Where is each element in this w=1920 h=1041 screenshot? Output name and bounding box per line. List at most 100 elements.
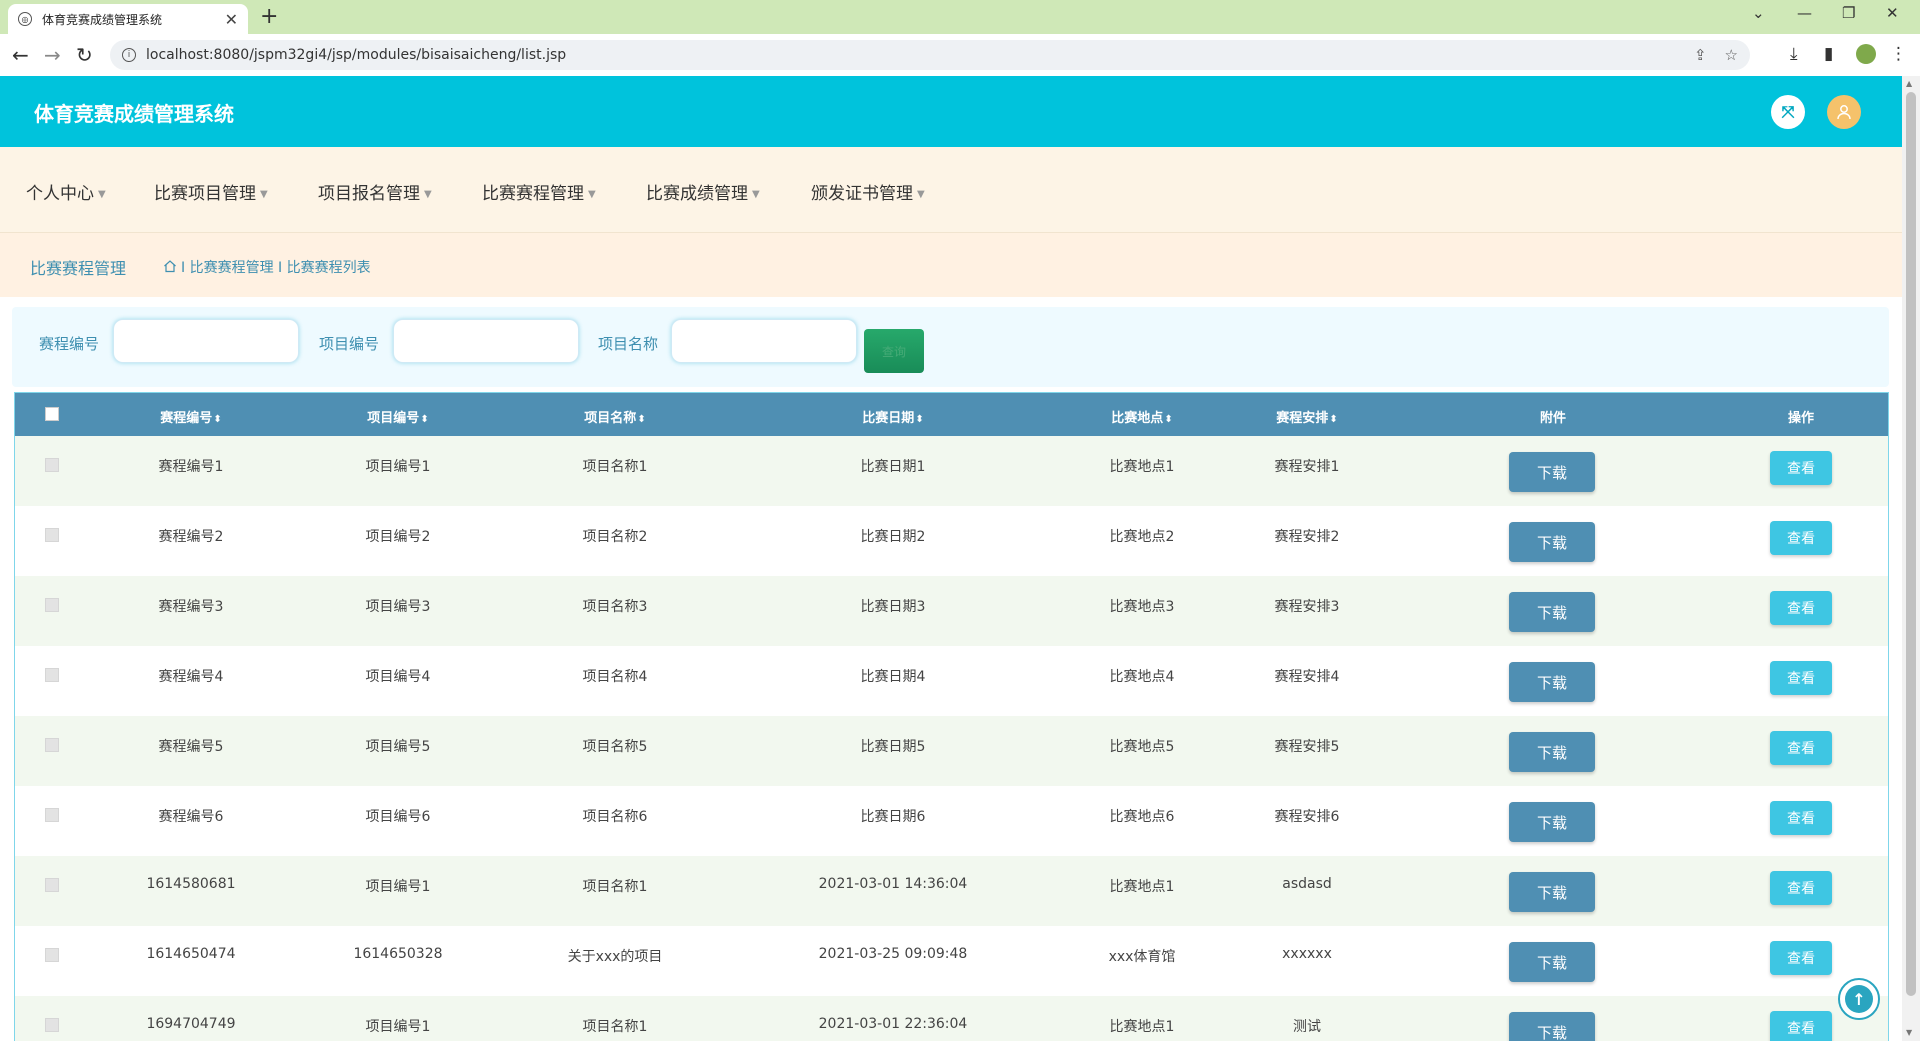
- nav-project-registration[interactable]: 项目报名管理 ▼: [318, 179, 432, 204]
- download-button[interactable]: 下载: [1509, 452, 1595, 492]
- nav-label: 个人中心: [26, 184, 94, 204]
- sidepanel-icon[interactable]: ▮: [1824, 44, 1833, 64]
- scroll-up-icon[interactable]: ▲: [1906, 79, 1912, 88]
- cell-arrangement: 赛程安排5: [1274, 739, 1340, 755]
- url-text: localhost:8080/jspm32gi4/jsp/modules/bis…: [146, 47, 567, 63]
- address-bar: ← → ↻ i localhost:8080/jspm32gi4/jsp/mod…: [0, 34, 1920, 77]
- download-button[interactable]: 下载: [1509, 872, 1595, 912]
- back-to-top-button[interactable]: ↑: [1838, 978, 1880, 1020]
- back-icon[interactable]: ←: [12, 43, 29, 67]
- cell-project-no: 项目编号5: [365, 739, 431, 755]
- row-checkbox[interactable]: [45, 668, 59, 682]
- row-checkbox[interactable]: [45, 1018, 59, 1032]
- row-checkbox[interactable]: [45, 808, 59, 822]
- url-field[interactable]: i localhost:8080/jspm32gi4/jsp/modules/b…: [110, 40, 1750, 70]
- view-button[interactable]: 查看: [1770, 521, 1832, 555]
- site-info-icon[interactable]: i: [122, 48, 136, 62]
- page-scrollbar[interactable]: ▲ ▼: [1902, 76, 1920, 1041]
- download-button[interactable]: 下载: [1509, 732, 1595, 772]
- th-location[interactable]: 比赛地点⬍: [1111, 407, 1172, 426]
- sort-icon: ⬍: [915, 414, 924, 425]
- browser-tab[interactable]: ◎ 体育竞赛成绩管理系统 ✕: [8, 4, 248, 34]
- nav-personal-center[interactable]: 个人中心 ▼: [26, 179, 106, 204]
- nav-schedule[interactable]: 比赛赛程管理 ▼: [482, 179, 596, 204]
- breadcrumb-path[interactable]: I 比赛赛程管理 I 比赛赛程列表: [181, 260, 371, 276]
- view-button[interactable]: 查看: [1770, 731, 1832, 765]
- view-button[interactable]: 查看: [1770, 591, 1832, 625]
- table-row: 赛程编号3 项目编号3 项目名称3 比赛日期3 比赛地点3 赛程安排3 下载 查看: [15, 576, 1888, 646]
- cell-schedule-no: 赛程编号5: [158, 739, 224, 755]
- view-button[interactable]: 查看: [1770, 941, 1832, 975]
- tab-search-icon[interactable]: ⌄: [1752, 4, 1765, 22]
- project-no-label: 项目编号: [319, 335, 380, 353]
- scroll-down-icon[interactable]: ▼: [1906, 1028, 1912, 1037]
- scroll-thumb[interactable]: [1906, 92, 1916, 996]
- breadcrumb: I 比赛赛程管理 I 比赛赛程列表: [163, 257, 371, 277]
- caret-down-icon: ▼: [260, 189, 268, 200]
- table-row: 1614580681 项目编号1 项目名称1 2021-03-01 14:36:04 比…: [15, 856, 1888, 926]
- row-checkbox[interactable]: [45, 528, 59, 542]
- select-all-checkbox[interactable]: [45, 407, 59, 421]
- sort-icon: ⬍: [213, 414, 222, 425]
- profile-avatar-icon[interactable]: [1856, 44, 1876, 64]
- row-checkbox[interactable]: [45, 738, 59, 752]
- row-checkbox[interactable]: [45, 458, 59, 472]
- restore-icon[interactable]: ❐: [1842, 4, 1855, 22]
- download-icon[interactable]: ⤓: [1790, 44, 1798, 64]
- cell-schedule-no: 1614650474: [146, 946, 236, 962]
- schedule-no-input[interactable]: [113, 319, 299, 363]
- cell-schedule-no: 赛程编号1: [158, 459, 224, 475]
- nav-competition-project[interactable]: 比赛项目管理 ▼: [154, 179, 268, 204]
- caret-down-icon: ▼: [917, 189, 925, 200]
- download-button[interactable]: 下载: [1509, 1012, 1595, 1041]
- search-button[interactable]: 查询: [864, 329, 924, 373]
- row-checkbox[interactable]: [45, 878, 59, 892]
- bookmark-star-icon[interactable]: ☆: [1725, 46, 1738, 64]
- tab-title: 体育竞赛成绩管理系统: [42, 12, 163, 27]
- nav-results[interactable]: 比赛成绩管理 ▼: [646, 179, 760, 204]
- table-row: 赛程编号4 项目编号4 项目名称4 比赛日期4 比赛地点4 赛程安排4 下载 查看: [15, 646, 1888, 716]
- th-date[interactable]: 比赛日期⬍: [862, 407, 923, 426]
- view-button[interactable]: 查看: [1770, 801, 1832, 835]
- menu-icon[interactable]: ⋮: [1890, 44, 1907, 64]
- download-button[interactable]: 下载: [1509, 942, 1595, 982]
- th-schedule-no[interactable]: 赛程编号⬍: [160, 407, 221, 426]
- user-avatar-icon[interactable]: [1827, 95, 1861, 129]
- th-project-name[interactable]: 项目名称⬍: [584, 407, 645, 426]
- project-no-input[interactable]: [393, 319, 579, 363]
- nav-certificates[interactable]: 颁发证书管理 ▼: [811, 179, 925, 204]
- row-checkbox[interactable]: [45, 598, 59, 612]
- caret-down-icon: ▼: [98, 189, 106, 200]
- forward-icon[interactable]: →: [44, 43, 61, 67]
- project-name-input[interactable]: [671, 319, 857, 363]
- cell-location: 比赛地点5: [1109, 739, 1175, 755]
- view-button[interactable]: 查看: [1770, 451, 1832, 485]
- download-button[interactable]: 下载: [1509, 522, 1595, 562]
- nav-label: 颁发证书管理: [811, 184, 913, 204]
- table-row: 赛程编号5 项目编号5 项目名称5 比赛日期5 比赛地点5 赛程安排5 下载 查看: [15, 716, 1888, 786]
- cell-location: xxx体育馆: [1108, 949, 1176, 965]
- th-project-no[interactable]: 项目编号⬍: [367, 407, 428, 426]
- cell-arrangement: 测试: [1293, 1019, 1321, 1035]
- tab-close-icon[interactable]: ✕: [225, 10, 238, 29]
- view-button[interactable]: 查看: [1770, 871, 1832, 905]
- view-button[interactable]: 查看: [1770, 1011, 1832, 1041]
- cell-date: 比赛日期4: [860, 669, 926, 685]
- share-icon[interactable]: ⇪: [1694, 46, 1707, 64]
- view-button[interactable]: 查看: [1770, 661, 1832, 695]
- window-close-icon[interactable]: ✕: [1886, 4, 1899, 22]
- row-checkbox[interactable]: [45, 948, 59, 962]
- breadcrumb-bar: 比赛赛程管理 I 比赛赛程管理 I 比赛赛程列表: [0, 233, 1902, 297]
- table-row: 1614650474 1614650328 关于xxx的项目 2021-03-25 0…: [15, 926, 1888, 996]
- th-arrangement[interactable]: 赛程安排⬍: [1276, 407, 1337, 426]
- home-icon[interactable]: [163, 259, 176, 273]
- download-button[interactable]: 下载: [1509, 662, 1595, 702]
- new-tab-icon[interactable]: +: [260, 4, 278, 29]
- cell-date: 比赛日期3: [860, 599, 926, 615]
- download-button[interactable]: 下载: [1509, 592, 1595, 632]
- reload-icon[interactable]: ↻: [76, 43, 93, 67]
- download-button[interactable]: 下载: [1509, 802, 1595, 842]
- minimize-icon[interactable]: —: [1797, 4, 1812, 22]
- cell-project-name: 项目名称1: [582, 879, 648, 895]
- fullscreen-icon[interactable]: ⤧: [1771, 95, 1805, 129]
